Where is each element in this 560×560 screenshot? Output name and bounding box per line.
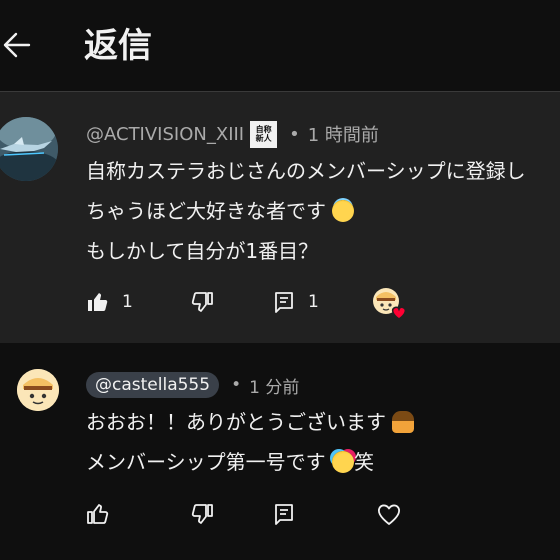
like-button[interactable]: 1 <box>86 288 133 316</box>
header-bar: 返信 <box>0 0 560 92</box>
avatar-image <box>0 117 58 181</box>
comment-author[interactable]: @ACTIVISION_XIII <box>86 124 244 145</box>
avatar[interactable] <box>0 117 58 181</box>
reply-comment: @castella555 • 1 分前 おおお！！ありがとうございます メンバー… <box>0 343 560 560</box>
comment-text-line: 自称カステラおじさんのメンバーシップに登録し <box>86 159 526 183</box>
comment-text-line: もしかして自分が1番目？ <box>86 239 319 263</box>
thumb-down-icon <box>191 504 213 524</box>
like-button[interactable] <box>86 500 110 528</box>
avatar[interactable] <box>17 369 59 411</box>
separator-dot: • <box>289 123 300 145</box>
reply-count: 1 <box>308 292 319 312</box>
heart-button[interactable] <box>376 500 402 528</box>
thumb-down-icon <box>191 292 213 312</box>
comment-author-chip[interactable]: @castella555 <box>86 372 220 398</box>
heart-icon <box>391 306 407 320</box>
party-face-emoji-icon <box>331 451 354 473</box>
page-title: 返信 <box>84 26 152 66</box>
reply-button[interactable]: 1 <box>272 288 319 316</box>
comment-meta: @castella555 • 1 分前 <box>86 371 299 399</box>
avatar-image <box>17 369 59 411</box>
comment-icon <box>275 504 293 525</box>
comment-text-line: メンバーシップ第一号です 笑 <box>86 450 374 474</box>
member-badge: 自称 新人 <box>250 120 278 148</box>
bowing-person-emoji-icon <box>392 411 415 433</box>
comment-text-line: おおお！！ありがとうございます <box>86 409 415 435</box>
comment-time: 1 時間前 <box>307 125 379 146</box>
creator-heart <box>372 287 407 320</box>
thumb-up-icon <box>88 293 108 311</box>
comment-text-line: ちゃうほど大好きな者です <box>86 198 355 224</box>
creator-heart-avatar-icon <box>373 288 407 320</box>
smiling-halo-emoji-icon <box>332 200 355 222</box>
dislike-button[interactable] <box>190 288 214 316</box>
back-button[interactable] <box>0 24 40 64</box>
reply-button[interactable] <box>272 500 296 528</box>
thumb-up-icon <box>87 504 109 524</box>
comment-time: 1 分前 <box>249 377 300 398</box>
arrow-left-icon <box>3 32 31 58</box>
comment-meta: @ACTIVISION_XIII 自称 新人 • 1 時間前 <box>86 120 379 148</box>
heart-icon <box>377 504 401 525</box>
comment-icon <box>275 292 293 313</box>
dislike-button[interactable] <box>190 500 214 528</box>
separator-dot: • <box>231 375 242 395</box>
parent-comment: @ACTIVISION_XIII 自称 新人 • 1 時間前 自称カステラおじさ… <box>0 92 560 343</box>
like-count: 1 <box>122 292 133 312</box>
